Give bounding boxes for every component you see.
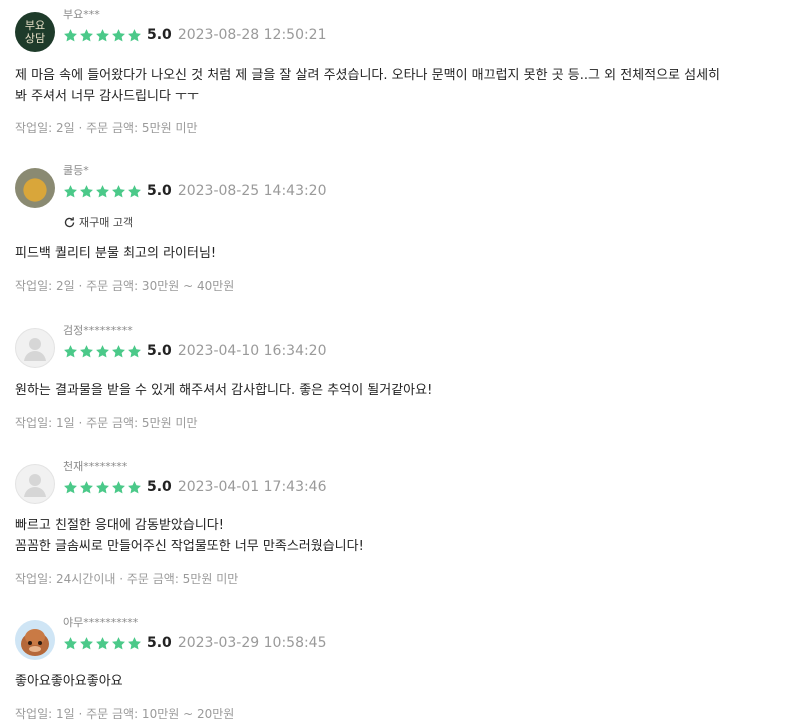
- repeat-icon: [64, 216, 75, 227]
- default-user-icon: [24, 338, 46, 361]
- star-rating: [63, 636, 142, 651]
- star-icon: [112, 344, 125, 357]
- star-icon: [64, 344, 77, 357]
- review-date: 2023-08-25 14:43:20: [177, 183, 327, 199]
- rating-score: 5.0: [147, 635, 172, 651]
- avatar[interactable]: [15, 328, 55, 368]
- rating-score: 5.0: [147, 479, 172, 495]
- star-icon: [80, 480, 93, 493]
- star-icon: [80, 636, 93, 649]
- star-rating: [63, 184, 142, 199]
- avatar-text-line2: 상담: [24, 32, 46, 45]
- avatar-text-line1: 부요: [24, 19, 46, 32]
- star-icon: [96, 28, 109, 41]
- review-meta: 작업일: 1일 · 주문 금액: 5만원 미만: [15, 416, 198, 430]
- star-icon: [64, 480, 77, 493]
- rating-row: 5.0 2023-04-01 17:43:46: [63, 478, 327, 496]
- review-meta: 작업일: 2일 · 주문 금액: 5만원 미만: [15, 121, 198, 135]
- review-date: 2023-04-01 17:43:46: [177, 479, 327, 495]
- reviewer-name: 천재********: [63, 460, 128, 473]
- review-date: 2023-03-29 10:58:45: [177, 635, 327, 651]
- star-icon: [64, 28, 77, 41]
- reviewer-name: 부요***: [63, 8, 100, 21]
- star-icon: [96, 344, 109, 357]
- repurchase-label: 재구매 고객: [79, 216, 134, 229]
- avatar[interactable]: [15, 464, 55, 504]
- rating-score: 5.0: [147, 27, 172, 43]
- avatar[interactable]: 부요 상담: [15, 12, 55, 52]
- avatar[interactable]: [15, 168, 55, 208]
- rating-row: 5.0 2023-04-10 16:34:20: [63, 342, 327, 360]
- reviewer-name: 쿨등*: [63, 164, 89, 177]
- review-meta: 작업일: 1일 · 주문 금액: 10만원 ~ 20만원: [15, 707, 235, 721]
- star-icon: [96, 184, 109, 197]
- star-icon: [112, 184, 125, 197]
- rating-score: 5.0: [147, 343, 172, 359]
- star-icon: [128, 344, 141, 357]
- star-icon: [64, 184, 77, 197]
- review-text-line: 좋아요좋아요좋아요: [15, 674, 123, 689]
- review-date: 2023-08-28 12:50:21: [177, 27, 327, 43]
- star-icon: [128, 184, 141, 197]
- rating-score: 5.0: [147, 183, 172, 199]
- review-text-line: 꼼꼼한 글솜씨로 만들어주신 작업물또한 너무 만족스러웠습니다!: [15, 539, 364, 554]
- review-text-line: 원하는 결과물을 받을 수 있게 해주셔서 감사합니다. 좋은 추억이 될거같아…: [15, 383, 433, 398]
- star-icon: [80, 344, 93, 357]
- review-text-line: 빠르고 친절한 응대에 감동받았습니다!: [15, 518, 224, 533]
- review-meta: 작업일: 24시간이내 · 주문 금액: 5만원 미만: [15, 572, 239, 586]
- star-icon: [112, 480, 125, 493]
- rating-row: 5.0 2023-08-28 12:50:21: [63, 26, 327, 44]
- star-icon: [80, 28, 93, 41]
- star-icon: [64, 636, 77, 649]
- review-date: 2023-04-10 16:34:20: [177, 343, 327, 359]
- star-rating: [63, 480, 142, 495]
- star-icon: [128, 28, 141, 41]
- reviewer-name: 야무**********: [63, 616, 139, 629]
- repurchase-badge: 재구매 고객: [63, 214, 133, 230]
- star-icon: [128, 480, 141, 493]
- rating-row: 5.0 2023-08-25 14:43:20: [63, 182, 327, 200]
- star-icon: [112, 28, 125, 41]
- review-text-line: 제 마음 속에 들어왔다가 나오신 것 처럼 제 글을 잘 살려 주셨습니다. …: [15, 68, 721, 83]
- review-meta: 작업일: 2일 · 주문 금액: 30만원 ~ 40만원: [15, 279, 235, 293]
- character-avatar-icon: [21, 629, 49, 656]
- review-text-line: 피드백 퀄리티 분물 최고의 라이터님!: [15, 246, 217, 261]
- default-user-icon: [24, 474, 46, 497]
- review-text-line: 봐 주셔서 너무 감사드립니다 ㅜㅜ: [15, 89, 199, 104]
- star-icon: [96, 636, 109, 649]
- rating-row: 5.0 2023-03-29 10:58:45: [63, 634, 327, 652]
- star-icon: [80, 184, 93, 197]
- star-rating: [63, 28, 142, 43]
- star-rating: [63, 344, 142, 359]
- star-icon: [128, 636, 141, 649]
- avatar[interactable]: [15, 620, 55, 660]
- star-icon: [112, 636, 125, 649]
- reviewer-name: 검정*********: [63, 324, 133, 337]
- star-icon: [96, 480, 109, 493]
